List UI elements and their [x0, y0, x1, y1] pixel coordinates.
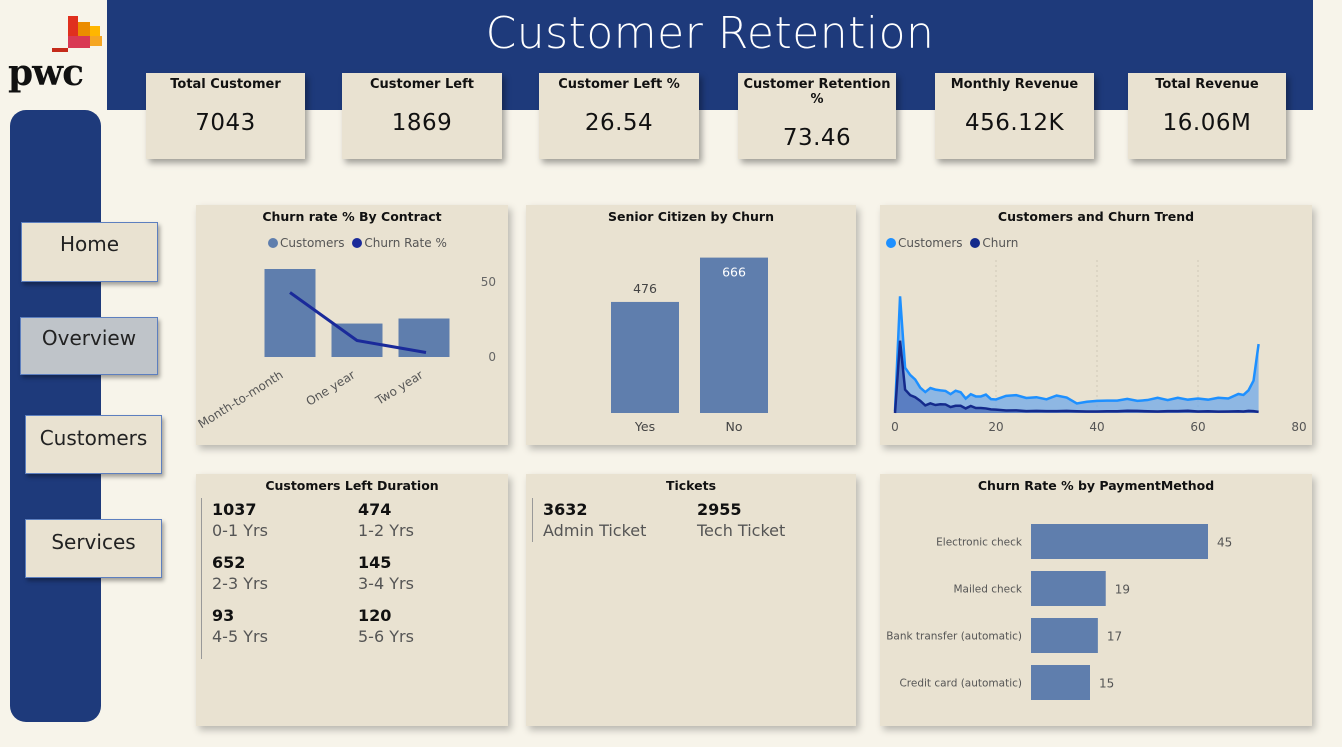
kpi-label: Total Revenue [1155, 77, 1259, 92]
kpi-label: Total Customer [170, 77, 281, 92]
stat-value: 1037 [212, 500, 257, 519]
kpi-value: 26.54 [584, 110, 654, 136]
kpi-label: Customer Left [370, 77, 474, 92]
stat-label: Admin Ticket [543, 521, 647, 540]
axis-tick-label: 40 [1089, 420, 1104, 434]
bar [1031, 618, 1098, 653]
duration-stat: 120 5-6 Yrs [358, 606, 414, 646]
page-title: Customer Retention [485, 8, 935, 59]
kpi-value: 7043 [195, 110, 256, 136]
stat-value: 93 [212, 606, 235, 625]
trend-chart-plot: 0 20 40 60 80 [891, 260, 1307, 434]
category-label: Two year [372, 368, 425, 409]
category-label: No [726, 419, 743, 434]
logo-text: pwc [8, 52, 84, 94]
stat-label: 3-4 Yrs [358, 574, 414, 593]
category-label: Month-to-month [196, 368, 286, 432]
duration-card: Customers Left Duration 1037 0-1 Yrs 474… [196, 474, 508, 726]
kpi-customer-left: Customer Left 1869 [342, 73, 502, 159]
duration-stat: 652 2-3 Yrs [212, 553, 268, 593]
nav-overview-button[interactable]: Overview [20, 317, 158, 375]
bar [264, 269, 316, 357]
stat-label: Tech Ticket [697, 521, 786, 540]
duration-stat: 474 1-2 Yrs [358, 500, 414, 540]
kpi-customer-left-pct: Customer Left % 26.54 [539, 73, 699, 159]
axis-tick-label: 20 [988, 420, 1003, 434]
kpi-monthly-revenue: Monthly Revenue 456.12K [935, 73, 1094, 159]
kpi-customer-retention-pct: Customer Retention % 73.46 [738, 73, 896, 159]
stat-value: 120 [358, 606, 392, 625]
stat-value: 145 [358, 553, 392, 572]
kpi-total-revenue: Total Revenue 16.06M [1128, 73, 1286, 159]
kpi-label: Customer Left % [558, 77, 680, 92]
bar [700, 257, 768, 413]
tickets-card: Tickets 3632 Admin Ticket 2955 Tech Tick… [526, 474, 856, 726]
contract-chart-plot: 50 0 Month-to-month One year Two year [196, 269, 496, 432]
category-label: Mailed check [953, 584, 1022, 596]
contract-chart-card: Churn rate % By Contract Customers Churn… [196, 205, 508, 445]
stat-label: 1-2 Yrs [358, 521, 414, 540]
duration-stat: 1037 0-1 Yrs [212, 500, 268, 540]
stat-label: 5-6 Yrs [358, 627, 414, 646]
axis-tick-label: 0 [488, 350, 496, 364]
kpi-label: Customer Retention % [743, 77, 891, 107]
senior-chart-plot: 476 Yes 666 No [611, 257, 768, 434]
card-title: Tickets [665, 478, 717, 493]
stat-label: 2-3 Yrs [212, 574, 268, 593]
stat-label: 0-1 Yrs [212, 521, 268, 540]
customers-area [895, 296, 1259, 413]
data-label: 15 [1099, 677, 1114, 691]
stat-value: 474 [358, 500, 392, 519]
data-label: 19 [1115, 583, 1130, 597]
stat-value: 652 [212, 553, 246, 572]
trend-chart-card: Customers and Churn Trend Customers Chur… [880, 205, 1312, 445]
category-label: Electronic check [936, 537, 1023, 549]
bar [611, 301, 679, 413]
divider [532, 498, 533, 542]
kpi-value: 1869 [391, 110, 453, 136]
axis-tick-label: 80 [1291, 420, 1306, 434]
nav-customers-button[interactable]: Customers [25, 415, 162, 474]
data-label: 476 [633, 281, 657, 296]
bar [1031, 524, 1208, 559]
pwc-logo: pwc [6, 14, 106, 94]
customers-line [893, 296, 1260, 411]
payment-chart-plot: Electronic check 45 Mailed check 19 Bank tra… [886, 524, 1232, 700]
ticket-stat: 2955 Tech Ticket [697, 500, 785, 540]
data-label: 45 [1217, 536, 1232, 550]
kpi-value: 73.46 [782, 125, 852, 151]
duration-stat: 145 3-4 Yrs [358, 553, 414, 593]
card-title: Customers Left Duration [265, 478, 439, 493]
category-label: Bank transfer (automatic) [886, 631, 1022, 643]
category-label: Yes [634, 419, 655, 434]
stat-label: 4-5 Yrs [212, 627, 268, 646]
kpi-value: 16.06M [1162, 110, 1252, 136]
data-label: 666 [722, 265, 746, 280]
divider [201, 498, 202, 659]
ticket-stat: 3632 Admin Ticket [543, 500, 646, 540]
bar [1031, 665, 1090, 700]
bar [1031, 571, 1106, 606]
category-label: One year [304, 368, 358, 409]
data-label: 17 [1107, 630, 1122, 644]
nav-home-button[interactable]: Home [21, 222, 158, 282]
axis-tick-label: 60 [1190, 420, 1205, 434]
kpi-label: Monthly Revenue [950, 77, 1079, 92]
duration-stat: 93 4-5 Yrs [212, 606, 268, 646]
axis-tick-label: 0 [891, 420, 899, 434]
senior-chart-card: Senior Citizen by Churn 476 Yes 666 No [526, 205, 856, 445]
nav-services-button[interactable]: Services [25, 519, 162, 578]
payment-chart-card: Churn Rate % by PaymentMethod Electronic… [880, 474, 1312, 726]
category-label: Credit card (automatic) [899, 678, 1022, 690]
stat-value: 2955 [697, 500, 742, 519]
axis-tick-label: 50 [481, 275, 496, 289]
kpi-total-customer: Total Customer 7043 [146, 73, 305, 159]
stat-value: 3632 [543, 500, 588, 519]
kpi-value: 456.12K [964, 110, 1065, 136]
